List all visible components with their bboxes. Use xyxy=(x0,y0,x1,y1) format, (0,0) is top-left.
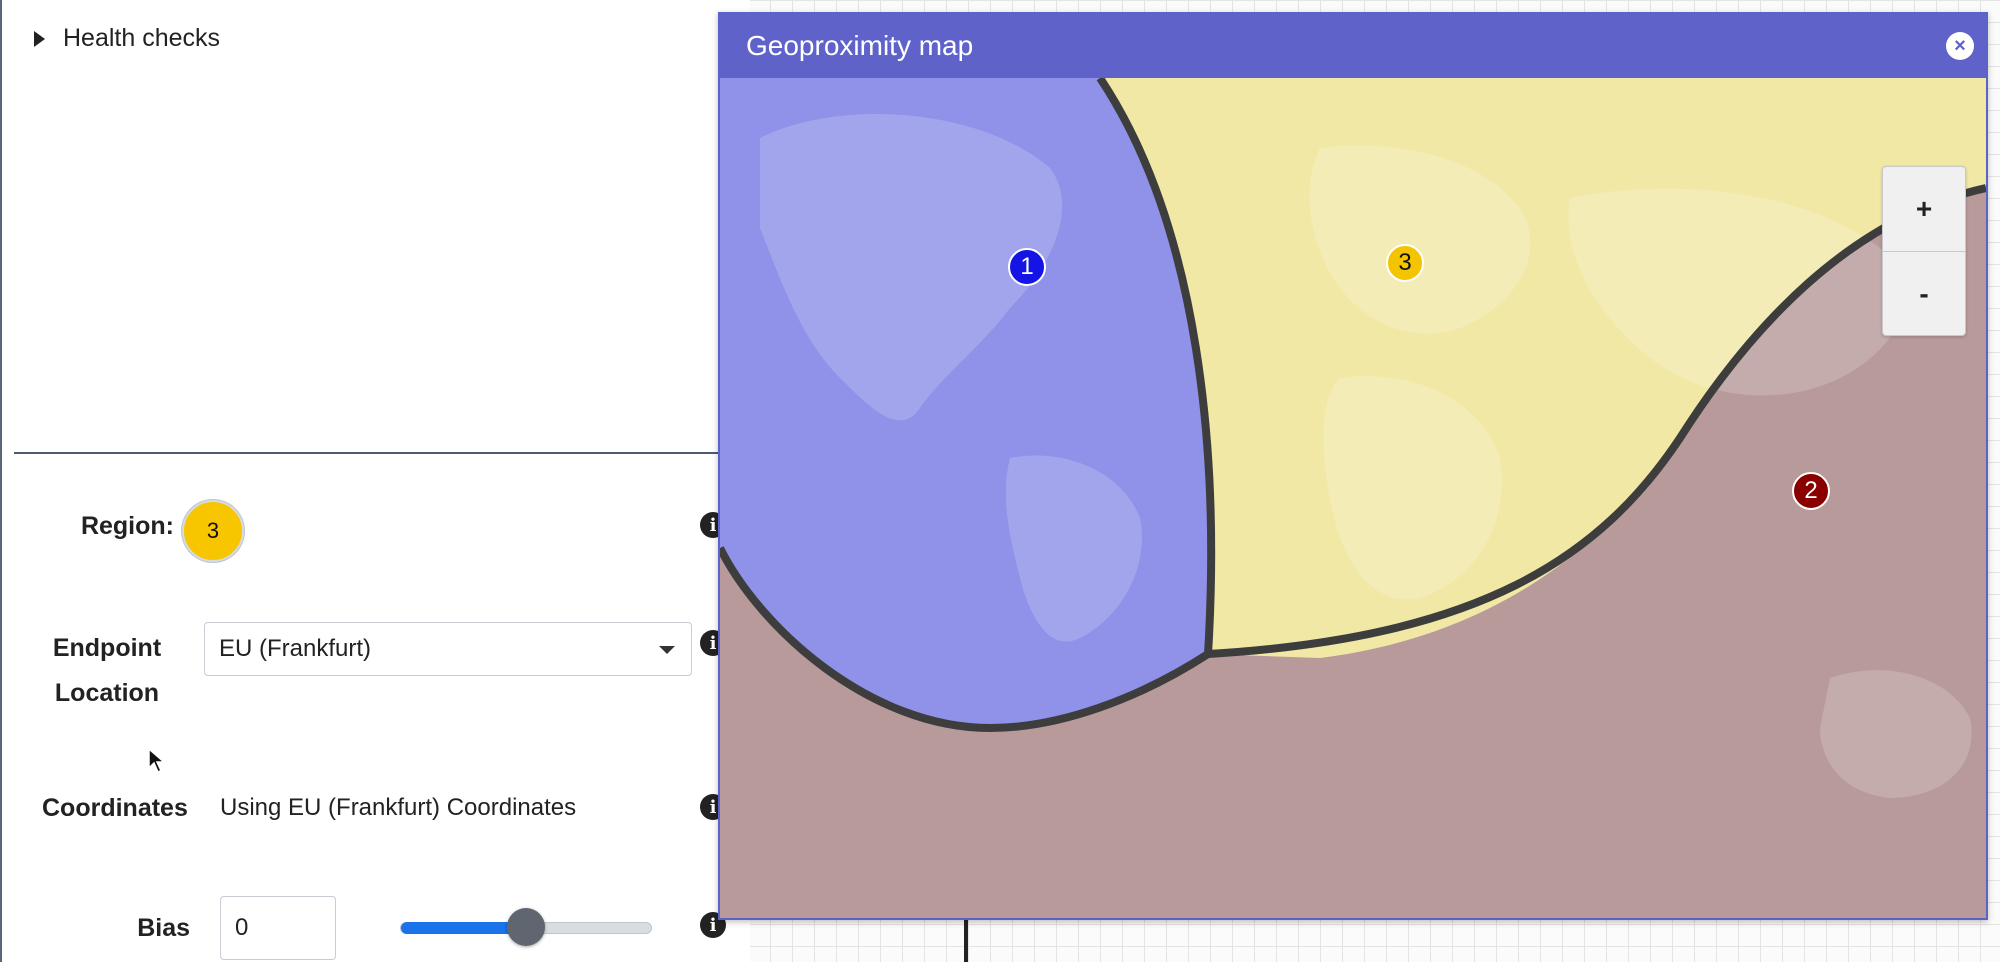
map-dialog-header: Geoproximity map × xyxy=(720,14,1986,78)
endpoint-label-line1: Endpoint xyxy=(52,634,162,662)
bias-input[interactable] xyxy=(220,896,336,960)
geoproximity-map[interactable]: 1 2 3 + - xyxy=(720,75,1986,918)
coordinates-label: Coordinates xyxy=(42,794,188,822)
health-checks-section: Health checks xyxy=(14,0,750,454)
map-marker-2[interactable]: 2 xyxy=(1792,472,1830,510)
endpoint-label-line2: Location xyxy=(54,679,160,707)
region-label: Region: xyxy=(80,512,174,540)
endpoint-location-label: Endpoint Location xyxy=(42,626,172,716)
zoom-in-button[interactable]: + xyxy=(1883,167,1965,251)
close-icon[interactable]: × xyxy=(1946,32,1974,60)
zoom-controls: + - xyxy=(1882,166,1966,336)
bias-slider-thumb[interactable] xyxy=(507,908,545,946)
map-marker-3[interactable]: 3 xyxy=(1386,244,1424,282)
rule-editor-panel: Health checks Region: 3 Endpoint Locatio… xyxy=(0,0,750,962)
zoom-out-button[interactable]: - xyxy=(1883,251,1965,336)
map-dialog-title: Geoproximity map xyxy=(746,30,974,61)
endpoint-location-value: EU (Frankfurt) xyxy=(219,635,372,662)
map-marker-1[interactable]: 1 xyxy=(1008,248,1046,286)
coordinates-text: Using EU (Frankfurt) Coordinates xyxy=(220,794,577,821)
region-badge: 3 xyxy=(182,500,244,562)
triangle-right-icon xyxy=(34,30,45,47)
geoproximity-map-dialog: Geoproximity map × 1 2 3 + - xyxy=(718,12,1988,920)
bias-label: Bias xyxy=(137,914,190,942)
chevron-down-icon xyxy=(659,646,675,654)
health-checks-toggle[interactable]: Health checks xyxy=(34,24,220,53)
endpoint-location-select[interactable]: EU (Frankfurt) xyxy=(204,622,692,676)
mouse-pointer-icon xyxy=(148,748,166,774)
health-checks-label: Health checks xyxy=(63,24,221,52)
